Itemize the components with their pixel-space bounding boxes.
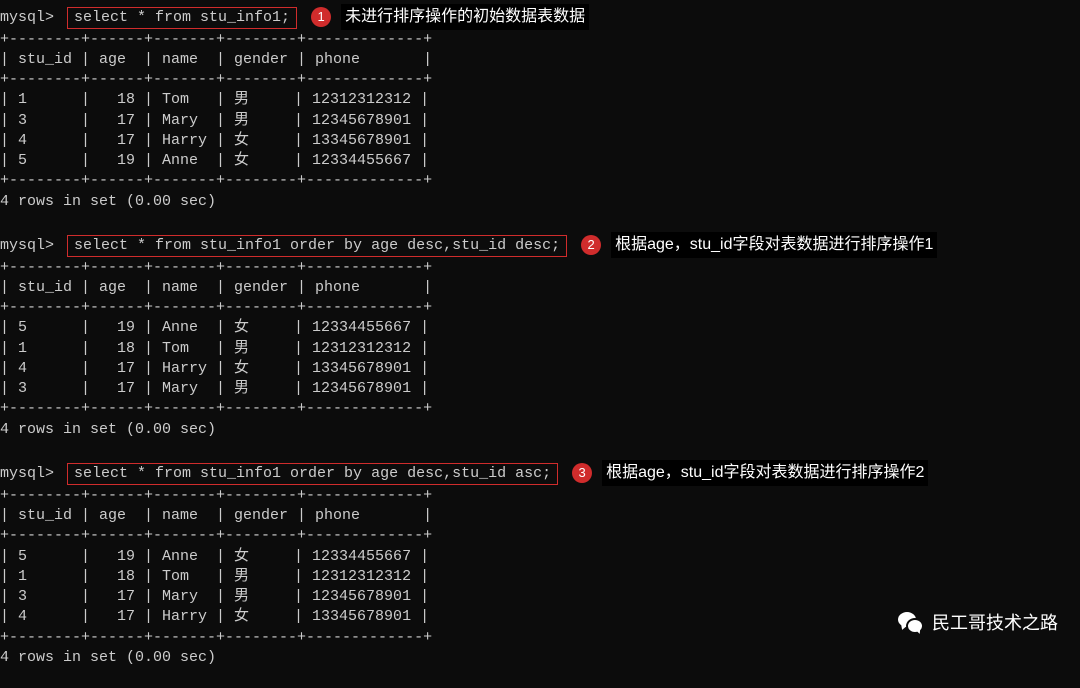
mysql-prompt: mysql> xyxy=(0,9,63,26)
annotation-badge-2: 2 xyxy=(581,235,601,255)
mysql-prompt: mysql> xyxy=(0,237,63,254)
result-summary-1: 4 rows in set (0.00 sec) xyxy=(0,193,216,210)
annotation-badge-1: 1 xyxy=(311,7,331,27)
annotation-note-3: 根据age，stu_id字段对表数据进行排序操作2 xyxy=(602,460,928,486)
sql-query-2: select * from stu_info1 order by age des… xyxy=(67,235,567,257)
sql-query-3: select * from stu_info1 order by age des… xyxy=(67,463,558,485)
result-summary-3: 4 rows in set (0.00 sec) xyxy=(0,649,216,666)
sql-query-1: select * from stu_info1; xyxy=(67,7,297,29)
footer-text: 民工哥技术之路 xyxy=(932,611,1058,635)
annotation-note-1: 未进行排序操作的初始数据表数据 xyxy=(341,4,589,30)
annotation-note-2: 根据age，stu_id字段对表数据进行排序操作1 xyxy=(611,232,937,258)
footer-watermark: 民工哥技术之路 xyxy=(898,611,1058,635)
wechat-icon xyxy=(898,612,924,634)
mysql-prompt: mysql> xyxy=(0,465,63,482)
result-summary-2: 4 rows in set (0.00 sec) xyxy=(0,421,216,438)
annotation-badge-3: 3 xyxy=(572,463,592,483)
